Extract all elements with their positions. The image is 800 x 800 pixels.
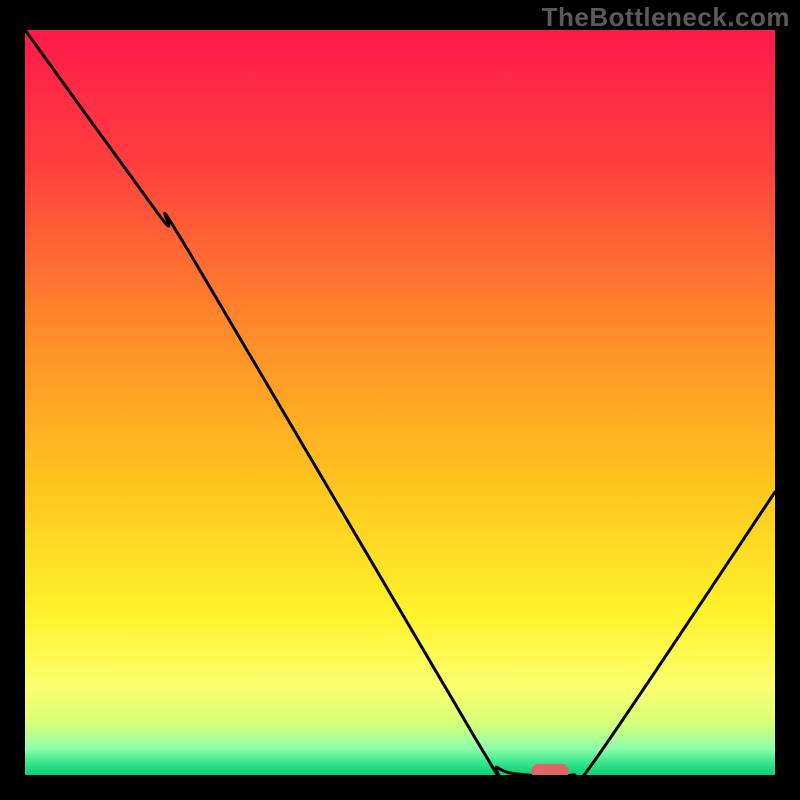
watermark-text: TheBottleneck.com [542, 2, 790, 33]
optimal-marker [531, 764, 569, 775]
bottleneck-chart [25, 30, 775, 775]
chart-svg [25, 30, 775, 775]
